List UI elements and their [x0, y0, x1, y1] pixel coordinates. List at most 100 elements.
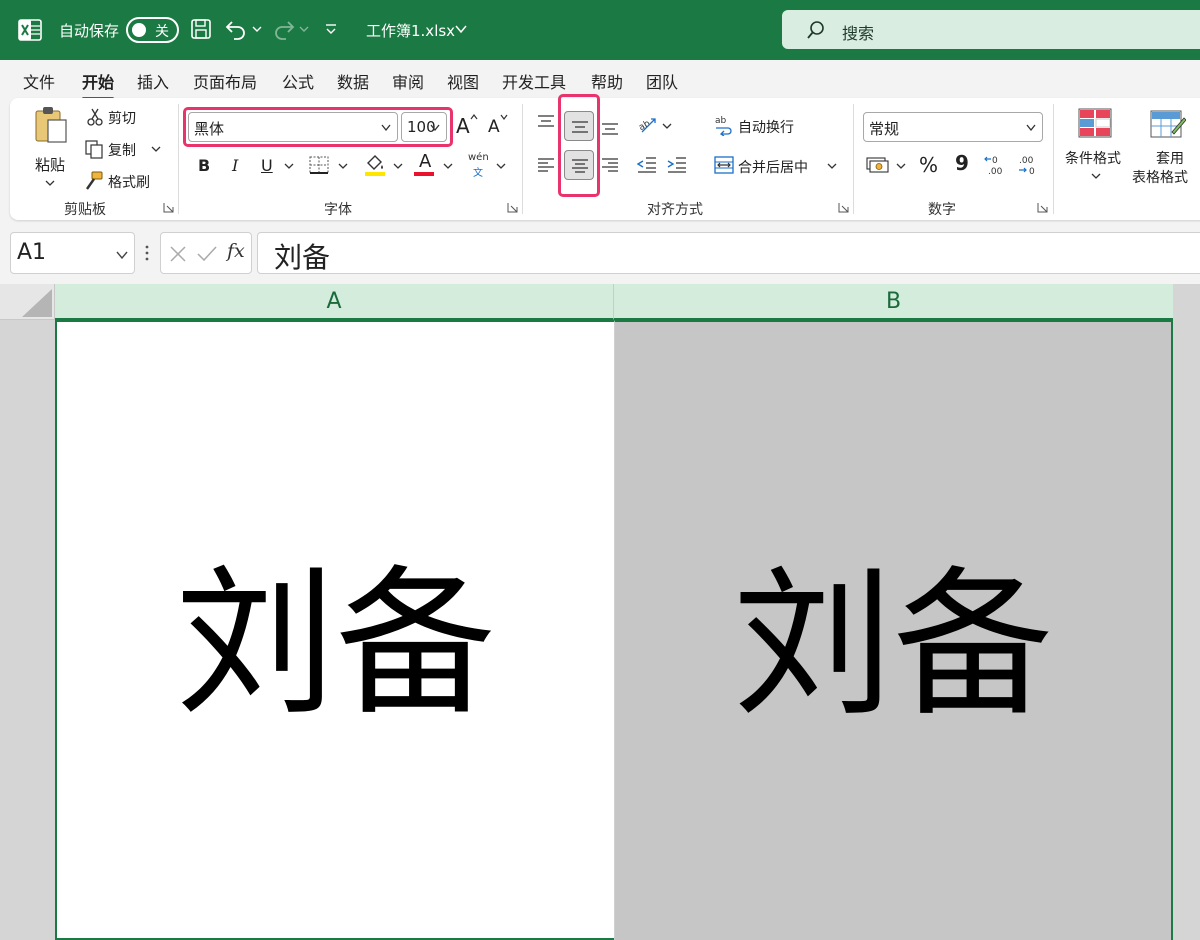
tab-page-layout[interactable]: 页面布局: [193, 69, 257, 93]
cell-a1[interactable]: 刘备: [55, 320, 614, 940]
bold-button[interactable]: B: [198, 156, 210, 175]
decrease-decimal-icon[interactable]: .00 0: [1015, 153, 1041, 177]
dialog-launcher-icon[interactable]: [1037, 202, 1048, 213]
insert-function-button[interactable]: fx: [227, 240, 245, 262]
tab-team[interactable]: 团队: [646, 69, 678, 93]
document-title[interactable]: 工作簿1.xlsx: [366, 20, 455, 41]
autosave-toggle[interactable]: 关: [126, 17, 179, 43]
format-painter-button[interactable]: 格式刷: [108, 172, 150, 192]
more-options-icon[interactable]: [144, 242, 150, 264]
format-as-table-button[interactable]: 套用 表格格式: [1130, 106, 1200, 186]
tab-view[interactable]: 视图: [447, 69, 479, 93]
cut-button[interactable]: 剪切: [108, 108, 136, 128]
tab-formulas[interactable]: 公式: [282, 69, 314, 93]
alignment-group-label: 对齐方式: [647, 202, 703, 218]
dialog-launcher-icon[interactable]: [838, 202, 849, 213]
merge-center-icon[interactable]: [714, 155, 734, 175]
accounting-format-icon[interactable]: [866, 155, 890, 175]
phonetic-top[interactable]: wén: [468, 152, 489, 163]
group-divider: [853, 104, 854, 214]
tab-developer[interactable]: 开发工具: [502, 69, 566, 93]
search-box[interactable]: 搜索: [782, 10, 1200, 49]
wrap-text-icon[interactable]: ab: [714, 114, 734, 136]
format-painter-icon[interactable]: [84, 171, 104, 191]
chevron-down-icon[interactable]: [827, 162, 837, 170]
tab-data[interactable]: 数据: [337, 69, 369, 93]
underline-button[interactable]: U: [261, 156, 273, 175]
title-bar: 自动保存 关 工作簿1.xlsx 搜索: [0, 0, 1200, 60]
decrease-indent-icon[interactable]: [636, 156, 658, 174]
customize-toolbar-icon[interactable]: [324, 22, 338, 36]
tab-help[interactable]: 帮助: [591, 69, 623, 93]
conditional-formatting-button[interactable]: 条件格式: [1062, 106, 1132, 186]
phonetic-bottom[interactable]: 文: [473, 164, 483, 179]
chevron-down-icon[interactable]: [299, 24, 309, 34]
copy-button[interactable]: 复制: [108, 140, 136, 160]
copy-icon[interactable]: [84, 139, 104, 159]
undo-icon[interactable]: [224, 17, 248, 41]
column-header-b[interactable]: B: [614, 284, 1173, 320]
tab-home[interactable]: 开始: [82, 69, 115, 100]
wrap-text-button[interactable]: 自动换行: [738, 117, 794, 137]
name-box[interactable]: A1: [10, 232, 135, 274]
chevron-down-icon: [1026, 124, 1036, 131]
chevron-down-icon[interactable]: [496, 162, 506, 170]
chevron-down-icon[interactable]: [662, 122, 672, 130]
cancel-icon[interactable]: [169, 245, 187, 263]
increase-decimal-icon[interactable]: 0 .00: [984, 153, 1010, 177]
clipboard-group-label: 剪贴板: [64, 202, 106, 218]
comma-style-button[interactable]: 9: [955, 151, 969, 175]
scissors-icon[interactable]: [86, 108, 104, 126]
paste-label: 粘贴: [35, 156, 66, 174]
increase-indent-icon[interactable]: [666, 156, 688, 174]
borders-icon[interactable]: [308, 155, 330, 175]
chevron-down-icon[interactable]: [252, 24, 262, 34]
chevron-down-icon[interactable]: [151, 145, 161, 153]
chevron-down-icon[interactable]: [896, 162, 906, 170]
select-all-corner[interactable]: [0, 284, 55, 320]
toggle-knob: [132, 23, 146, 37]
group-divider: [1053, 104, 1054, 214]
chevron-down-icon[interactable]: [393, 162, 403, 170]
svg-text:0: 0: [1029, 167, 1035, 177]
cell-b1[interactable]: 刘备: [614, 320, 1173, 940]
chevron-down-icon[interactable]: [455, 24, 467, 34]
tab-insert[interactable]: 插入: [137, 69, 169, 93]
number-format-dropdown[interactable]: 常规: [863, 112, 1043, 142]
align-right-icon[interactable]: [600, 157, 620, 173]
fill-color-icon[interactable]: [364, 153, 386, 177]
tab-file[interactable]: 文件: [23, 69, 55, 93]
clipboard-icon: [35, 107, 67, 143]
merge-center-button[interactable]: 合并后居中: [738, 157, 808, 177]
shrink-font-button[interactable]: A: [488, 117, 500, 137]
save-icon[interactable]: [190, 18, 212, 40]
autosave-label: 自动保存: [59, 22, 120, 40]
italic-button[interactable]: I: [232, 156, 238, 175]
group-divider: [522, 104, 523, 214]
align-top-icon[interactable]: [536, 114, 556, 130]
orientation-icon[interactable]: ab: [636, 114, 658, 134]
formula-input[interactable]: 刘备: [257, 232, 1200, 274]
align-left-icon[interactable]: [536, 157, 556, 173]
dialog-launcher-icon[interactable]: [507, 202, 518, 213]
caret-up-icon: [470, 114, 478, 120]
chevron-down-icon[interactable]: [338, 162, 348, 170]
tab-review[interactable]: 审阅: [392, 69, 424, 93]
font-color-swatch: [414, 172, 434, 176]
formula-buttons: fx: [160, 232, 252, 274]
column-header-a[interactable]: A: [55, 284, 614, 320]
enter-check-icon[interactable]: [197, 245, 217, 263]
caret-down-icon: [500, 114, 508, 120]
svg-text:ab: ab: [637, 119, 652, 133]
search-icon: [807, 21, 824, 39]
font-color-button[interactable]: A: [419, 151, 431, 172]
align-bottom-icon[interactable]: [600, 120, 620, 136]
percent-button[interactable]: %: [919, 153, 938, 177]
chevron-down-icon: [45, 180, 55, 186]
grow-font-button[interactable]: A: [456, 114, 470, 138]
chevron-down-icon[interactable]: [443, 162, 453, 170]
dialog-launcher-icon[interactable]: [163, 202, 174, 213]
paste-button[interactable]: 粘贴: [26, 104, 72, 190]
redo-icon[interactable]: [272, 17, 296, 41]
chevron-down-icon[interactable]: [284, 162, 294, 170]
